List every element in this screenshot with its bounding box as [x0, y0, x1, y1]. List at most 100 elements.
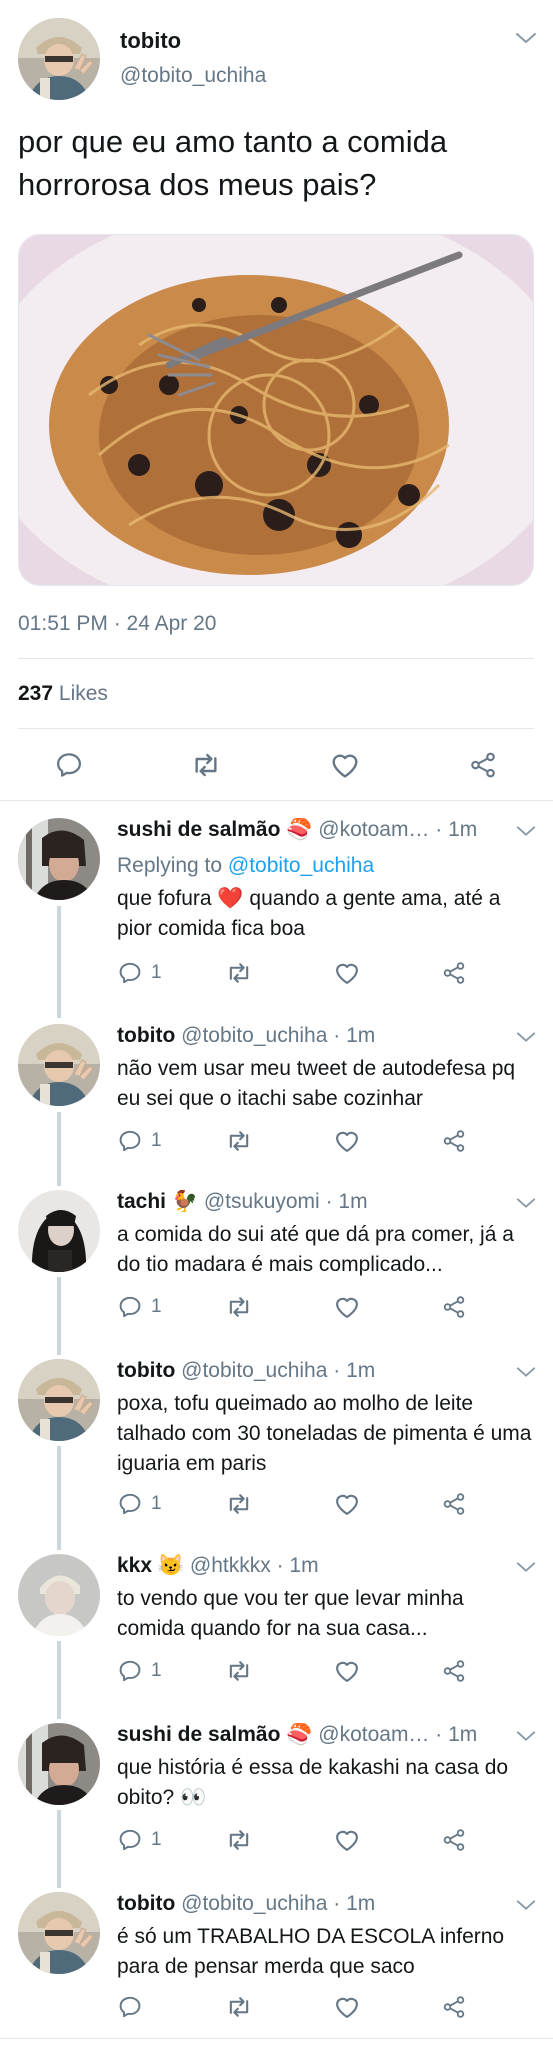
author-handle[interactable]: @kotoam…	[318, 818, 429, 841]
author-name[interactable]: tachi	[117, 1190, 166, 1213]
avatar[interactable]	[18, 1892, 100, 1974]
tweet-timestamp[interactable]: 01:51 PM · 24 Apr 20	[18, 612, 216, 636]
retweet-button[interactable]	[225, 1489, 253, 1519]
share-button[interactable]	[441, 1656, 467, 1686]
retweet-button[interactable]	[181, 740, 231, 790]
chevron-down-icon[interactable]	[515, 1729, 537, 1743]
retweet-button[interactable]	[225, 1992, 253, 2022]
chevron-down-icon[interactable]	[514, 30, 538, 46]
reply-header: kkx 😼 @htkkkx · 1m	[117, 1554, 517, 1578]
author-handle[interactable]: @htkkkx	[190, 1554, 271, 1577]
chevron-down-icon[interactable]	[515, 1030, 537, 1044]
reply-count: 1	[151, 1130, 162, 1151]
divider	[18, 728, 534, 729]
author-name[interactable]: kkx	[117, 1554, 152, 1577]
reply-icon	[117, 1994, 143, 2020]
author-handle[interactable]: @kotoam…	[318, 1723, 429, 1746]
reply-text: que história é essa de kakashi na casa d…	[117, 1753, 537, 1813]
author-name[interactable]: tobito	[117, 1359, 175, 1382]
like-button[interactable]	[333, 1126, 361, 1156]
share-icon	[468, 750, 498, 780]
share-button[interactable]	[441, 958, 467, 988]
avatar[interactable]	[18, 18, 100, 100]
thread-line	[57, 1112, 61, 1186]
reply-button[interactable]: 1	[117, 1656, 162, 1686]
avatar[interactable]	[18, 818, 100, 900]
share-button[interactable]	[441, 1825, 467, 1855]
reply-time: · 1m	[333, 1024, 376, 1047]
retweet-button[interactable]	[225, 958, 253, 988]
retweet-button[interactable]	[225, 1825, 253, 1855]
reply-actions: 1	[117, 1825, 517, 1855]
chevron-down-icon[interactable]	[515, 1560, 537, 1574]
avatar[interactable]	[18, 1359, 100, 1441]
author-handle[interactable]: @tobito_uchiha	[181, 1892, 327, 1915]
share-icon	[441, 1491, 467, 1517]
share-icon	[441, 1827, 467, 1853]
avatar[interactable]	[18, 1190, 100, 1272]
avatar[interactable]	[18, 1554, 100, 1636]
reply-button[interactable]	[117, 1992, 151, 2022]
reply-text: que fofura ❤️ quando a gente ama, até a …	[117, 884, 537, 944]
like-icon	[333, 1657, 361, 1685]
like-button[interactable]	[320, 740, 370, 790]
rooster-emoji: 🐓	[171, 1190, 199, 1214]
like-icon	[333, 1127, 361, 1155]
reply-icon	[117, 1827, 143, 1853]
reply-icon	[117, 1658, 143, 1684]
author-handle[interactable]: @tsukuyomi	[204, 1190, 320, 1213]
likes-count[interactable]: 237 Likes	[18, 682, 108, 706]
likes-label: Likes	[58, 682, 108, 705]
chevron-down-icon[interactable]	[515, 824, 537, 838]
replying-to-link[interactable]: @tobito_uchiha	[228, 854, 374, 877]
reply-count: 1	[151, 1296, 162, 1317]
reply-text-part: que história é essa de kakashi na casa d…	[117, 1756, 509, 1809]
reply-actions	[117, 1992, 517, 2022]
retweet-button[interactable]	[225, 1126, 253, 1156]
like-button[interactable]	[333, 1825, 361, 1855]
retweet-button[interactable]	[225, 1292, 253, 1322]
like-button[interactable]	[333, 958, 361, 988]
chevron-down-icon[interactable]	[515, 1365, 537, 1379]
share-button[interactable]	[441, 1992, 467, 2022]
share-button[interactable]	[441, 1292, 467, 1322]
author-name[interactable]: tobito	[117, 1024, 175, 1047]
avatar[interactable]	[18, 1723, 100, 1805]
reply-button[interactable]: 1	[117, 1126, 162, 1156]
reply-header: tobito @tobito_uchiha · 1m	[117, 1892, 517, 1916]
like-button[interactable]	[333, 1292, 361, 1322]
chevron-down-icon[interactable]	[515, 1196, 537, 1210]
divider	[0, 2038, 553, 2039]
reply-header: tachi 🐓 @tsukuyomi · 1m	[117, 1190, 517, 1214]
reply-button[interactable]	[44, 740, 94, 790]
reply-button[interactable]: 1	[117, 1489, 162, 1519]
share-button[interactable]	[441, 1489, 467, 1519]
share-button[interactable]	[441, 1126, 467, 1156]
reply-icon	[117, 960, 143, 986]
like-icon	[329, 749, 361, 781]
thread-line	[57, 1446, 61, 1550]
reply-button[interactable]: 1	[117, 1825, 162, 1855]
like-button[interactable]	[333, 1656, 361, 1686]
thread-line	[57, 1277, 61, 1355]
author-handle[interactable]: @tobito_uchiha	[181, 1359, 327, 1382]
like-button[interactable]	[333, 1489, 361, 1519]
share-button[interactable]	[458, 740, 508, 790]
avatar[interactable]	[18, 1024, 100, 1106]
author-name[interactable]: tobito	[120, 28, 181, 54]
like-icon	[333, 959, 361, 987]
author-name[interactable]: sushi de salmão	[117, 1723, 280, 1746]
reply-time: · 1m	[333, 1359, 376, 1382]
tweet-photo[interactable]	[18, 234, 534, 586]
author-name[interactable]: tobito	[117, 1892, 175, 1915]
author-name[interactable]: sushi de salmão	[117, 818, 280, 841]
author-handle[interactable]: @tobito_uchiha	[181, 1024, 327, 1047]
reply-actions: 1	[117, 958, 517, 988]
reply-text: não vem usar meu tweet de autodefesa pq …	[117, 1057, 516, 1110]
reply-button[interactable]: 1	[117, 1292, 162, 1322]
chevron-down-icon[interactable]	[515, 1898, 537, 1912]
retweet-button[interactable]	[225, 1656, 253, 1686]
author-handle[interactable]: @tobito_uchiha	[120, 64, 266, 88]
reply-button[interactable]: 1	[117, 958, 162, 988]
like-button[interactable]	[333, 1992, 361, 2022]
